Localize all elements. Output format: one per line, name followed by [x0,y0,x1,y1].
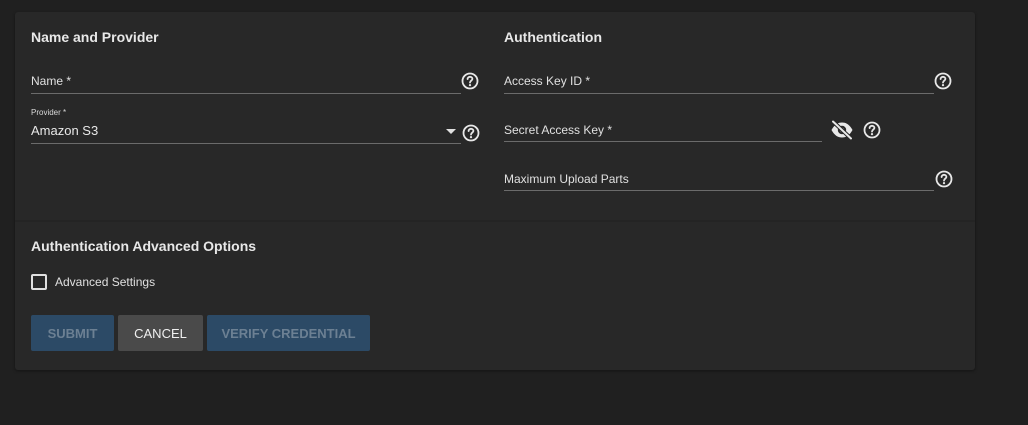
max-upload-parts-underline [504,190,934,191]
help-icon[interactable] [462,124,480,142]
name-field-label: Name * [31,74,72,88]
provider-select[interactable]: Provider * Amazon S3 [31,108,461,144]
secret-access-key-label: Secret Access Key * [504,123,613,137]
section-title-auth-advanced: Authentication Advanced Options [31,238,257,254]
access-key-id-label: Access Key ID * [504,74,591,88]
dropdown-caret-icon[interactable] [446,129,456,134]
help-icon[interactable] [935,170,953,188]
max-upload-parts-field[interactable]: Maximum Upload Parts [504,168,934,194]
section-title-name-provider: Name and Provider [31,29,159,45]
cancel-button[interactable]: CANCEL [118,315,203,351]
provider-select-value: Amazon S3 [31,123,99,138]
help-icon[interactable] [461,72,479,90]
section-divider [15,220,975,222]
provider-select-underline [31,143,461,144]
provider-select-label: Provider * [31,108,67,117]
section-title-authentication: Authentication [504,29,602,45]
max-upload-parts-label: Maximum Upload Parts [504,172,629,186]
access-key-id-field[interactable]: Access Key ID * [504,70,934,96]
cloud-credential-form-card: Name and Provider Name * Provider * Amaz… [15,12,975,370]
eye-off-icon[interactable] [830,120,854,140]
secret-access-key-field[interactable]: Secret Access Key * [504,119,822,145]
help-icon[interactable] [863,121,881,139]
help-icon[interactable] [934,72,952,90]
access-key-id-underline [504,93,934,94]
advanced-settings-label: Advanced Settings [55,275,156,289]
submit-button[interactable]: SUBMIT [31,315,114,351]
advanced-settings-checkbox[interactable] [31,274,47,290]
name-field[interactable]: Name * [31,70,461,96]
secret-access-key-underline [504,141,822,142]
name-field-underline [31,93,461,94]
verify-credential-button[interactable]: VERIFY CREDENTIAL [207,315,370,351]
